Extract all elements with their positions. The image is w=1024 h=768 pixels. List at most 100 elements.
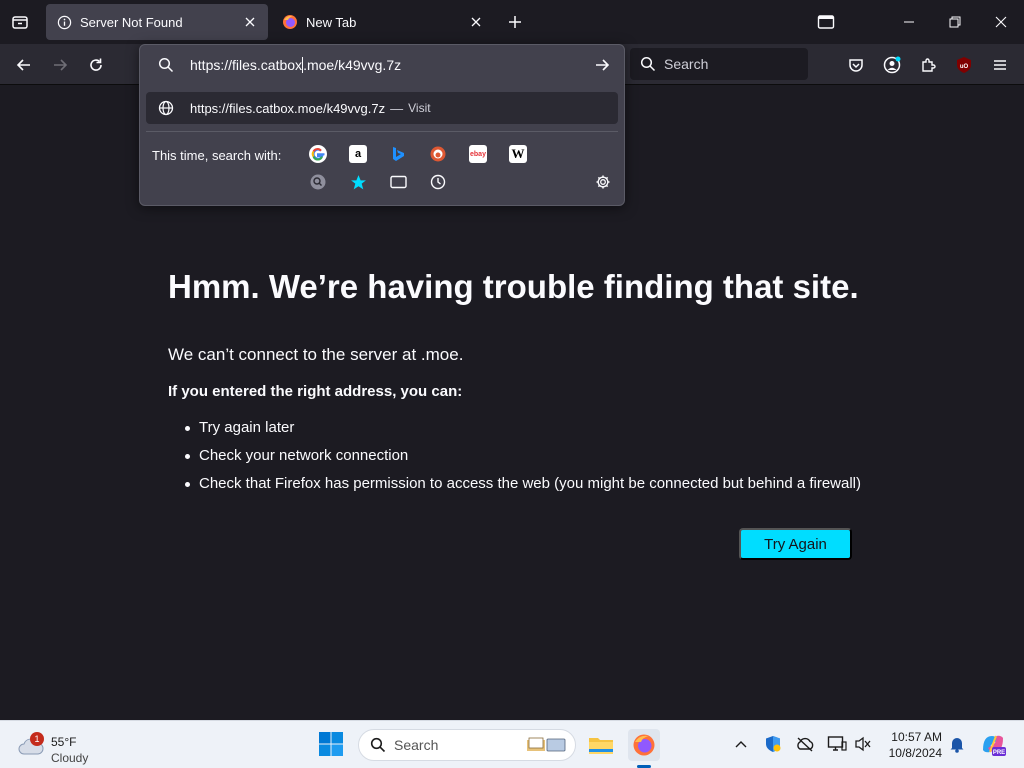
hamburger-menu-icon <box>994 60 1006 70</box>
globe-icon <box>158 100 174 116</box>
go-button[interactable] <box>590 53 614 77</box>
windows-logo-icon <box>319 732 343 756</box>
copilot-button[interactable]: PRE <box>980 731 1006 757</box>
svg-text:uO: uO <box>960 64 969 70</box>
ublock-origin-button[interactable]: uO <box>950 51 978 79</box>
duckduckgo-search-button[interactable] <box>429 145 447 163</box>
list-all-tabs-button[interactable] <box>8 10 32 34</box>
minimize-icon <box>904 21 914 23</box>
bing-search-button[interactable] <box>389 145 407 163</box>
tab-server-not-found[interactable]: Server Not Found <box>46 4 268 40</box>
weather-condition: Cloudy <box>51 751 89 765</box>
window-view-icon <box>817 15 835 29</box>
urlbar-input-row[interactable]: https://files.catbox.moe/k49vvg.7z <box>140 45 624 85</box>
arrow-left-icon <box>16 59 30 71</box>
menu-button[interactable] <box>986 51 1014 79</box>
history-search-button[interactable] <box>429 173 447 191</box>
search-icon <box>310 174 326 190</box>
arrow-right-icon <box>596 59 610 71</box>
try-again-button[interactable]: Try Again <box>739 528 852 560</box>
ebay-search-button[interactable]: ebay <box>469 145 487 163</box>
reload-button[interactable] <box>82 51 110 79</box>
panel-divider <box>146 131 618 132</box>
extensions-button[interactable] <box>914 51 942 79</box>
close-tab-icon[interactable] <box>242 14 258 30</box>
account-button[interactable] <box>878 51 906 79</box>
file-explorer-button[interactable] <box>585 729 617 761</box>
tabs-search-button[interactable] <box>389 173 407 191</box>
search-settings-button[interactable] <box>594 173 612 191</box>
tab-icon <box>389 175 407 189</box>
security-tray-icon[interactable] <box>762 733 784 755</box>
restore-button[interactable] <box>941 8 969 36</box>
error-description: We can’t connect to the server at .moe. <box>168 345 464 364</box>
urlbar-input[interactable]: https://files.catbox.moe/k49vvg.7z <box>190 57 590 73</box>
one-off-search-label: This time, search with: <box>152 148 282 163</box>
pocket-icon <box>849 59 863 72</box>
suggestion-separator: — <box>390 100 404 116</box>
firefox-taskbar-button[interactable] <box>628 729 660 761</box>
google-search-button[interactable] <box>309 145 327 163</box>
search-placeholder: Search <box>664 56 709 72</box>
list-item: Try again later <box>185 418 861 446</box>
folder-icon <box>589 738 613 754</box>
search-bar[interactable]: Search <box>630 48 808 80</box>
reload-icon <box>90 58 102 71</box>
bookmarks-search-button[interactable] <box>349 173 367 191</box>
search-history-button[interactable] <box>309 173 327 191</box>
close-window-button[interactable] <box>987 8 1015 36</box>
close-icon <box>995 16 1007 28</box>
google-icon <box>311 148 325 161</box>
close-tab-icon[interactable] <box>468 14 484 30</box>
search-icon <box>157 56 175 74</box>
account-icon <box>883 56 901 74</box>
forward-button[interactable] <box>46 51 74 79</box>
star-icon <box>350 174 366 189</box>
copilot-icon: PRE <box>983 735 1006 756</box>
weather-widget[interactable]: 1 55°F Cloudy <box>18 727 108 765</box>
volume-tray-icon[interactable] <box>852 733 874 755</box>
tab-label: New Tab <box>306 14 357 30</box>
error-title: Hmm. We’re having trouble finding that s… <box>168 268 859 305</box>
chevron-up-icon <box>735 741 747 748</box>
firefox-icon <box>282 14 298 30</box>
ublock-icon: uO <box>957 57 971 73</box>
display-tray-icon[interactable] <box>826 733 848 755</box>
error-suggestions: Try again later Check your network conne… <box>185 418 861 502</box>
wikipedia-search-button[interactable]: W <box>509 145 527 163</box>
url-text-before-cursor: https://files.catbox <box>190 57 303 73</box>
taskbar-search[interactable]: Search <box>358 729 576 761</box>
puzzle-icon <box>922 58 936 72</box>
taskbar-search-label: Search <box>394 737 439 753</box>
wikipedia-icon: W <box>511 146 525 161</box>
restore-icon <box>949 16 961 28</box>
network-tray-icon[interactable] <box>794 733 816 755</box>
amazon-icon: a <box>354 148 362 160</box>
plus-icon <box>509 16 521 28</box>
clock-icon <box>430 174 446 190</box>
tab-label: Server Not Found <box>80 14 183 30</box>
monitor-icon <box>827 736 847 751</box>
clock[interactable]: 10:57 AM 10/8/2024 <box>880 729 942 761</box>
error-subheading: If you entered the right address, you ca… <box>168 383 463 400</box>
cloud-offline-icon <box>797 737 814 752</box>
shield-icon <box>766 736 781 752</box>
clock-time: 10:57 AM <box>891 730 942 744</box>
taskbar: 1 55°F Cloudy Search 10:57 AM 10/8/2024 … <box>0 720 1024 768</box>
list-item: Check that Firefox has permission to acc… <box>185 474 861 502</box>
amazon-search-button[interactable]: a <box>349 145 367 163</box>
back-button[interactable] <box>10 51 38 79</box>
minimize-button[interactable] <box>895 8 923 36</box>
suggestion-url: https://files.catbox.moe/k49vvg.7z <box>190 100 386 116</box>
url-suggestion-visit[interactable]: https://files.catbox.moe/k49vvg.7z — Vis… <box>146 92 618 124</box>
show-hidden-icons-button[interactable] <box>730 733 752 755</box>
new-tab-button[interactable] <box>503 10 527 34</box>
search-highlight-icon <box>527 737 566 752</box>
start-button[interactable] <box>318 731 346 759</box>
search-icon <box>370 737 386 753</box>
gear-icon <box>596 175 610 189</box>
tab-new-tab[interactable]: New Tab <box>272 4 494 40</box>
firefox-view-button[interactable] <box>812 8 840 36</box>
pocket-button[interactable] <box>842 51 870 79</box>
notifications-button[interactable] <box>946 733 968 755</box>
